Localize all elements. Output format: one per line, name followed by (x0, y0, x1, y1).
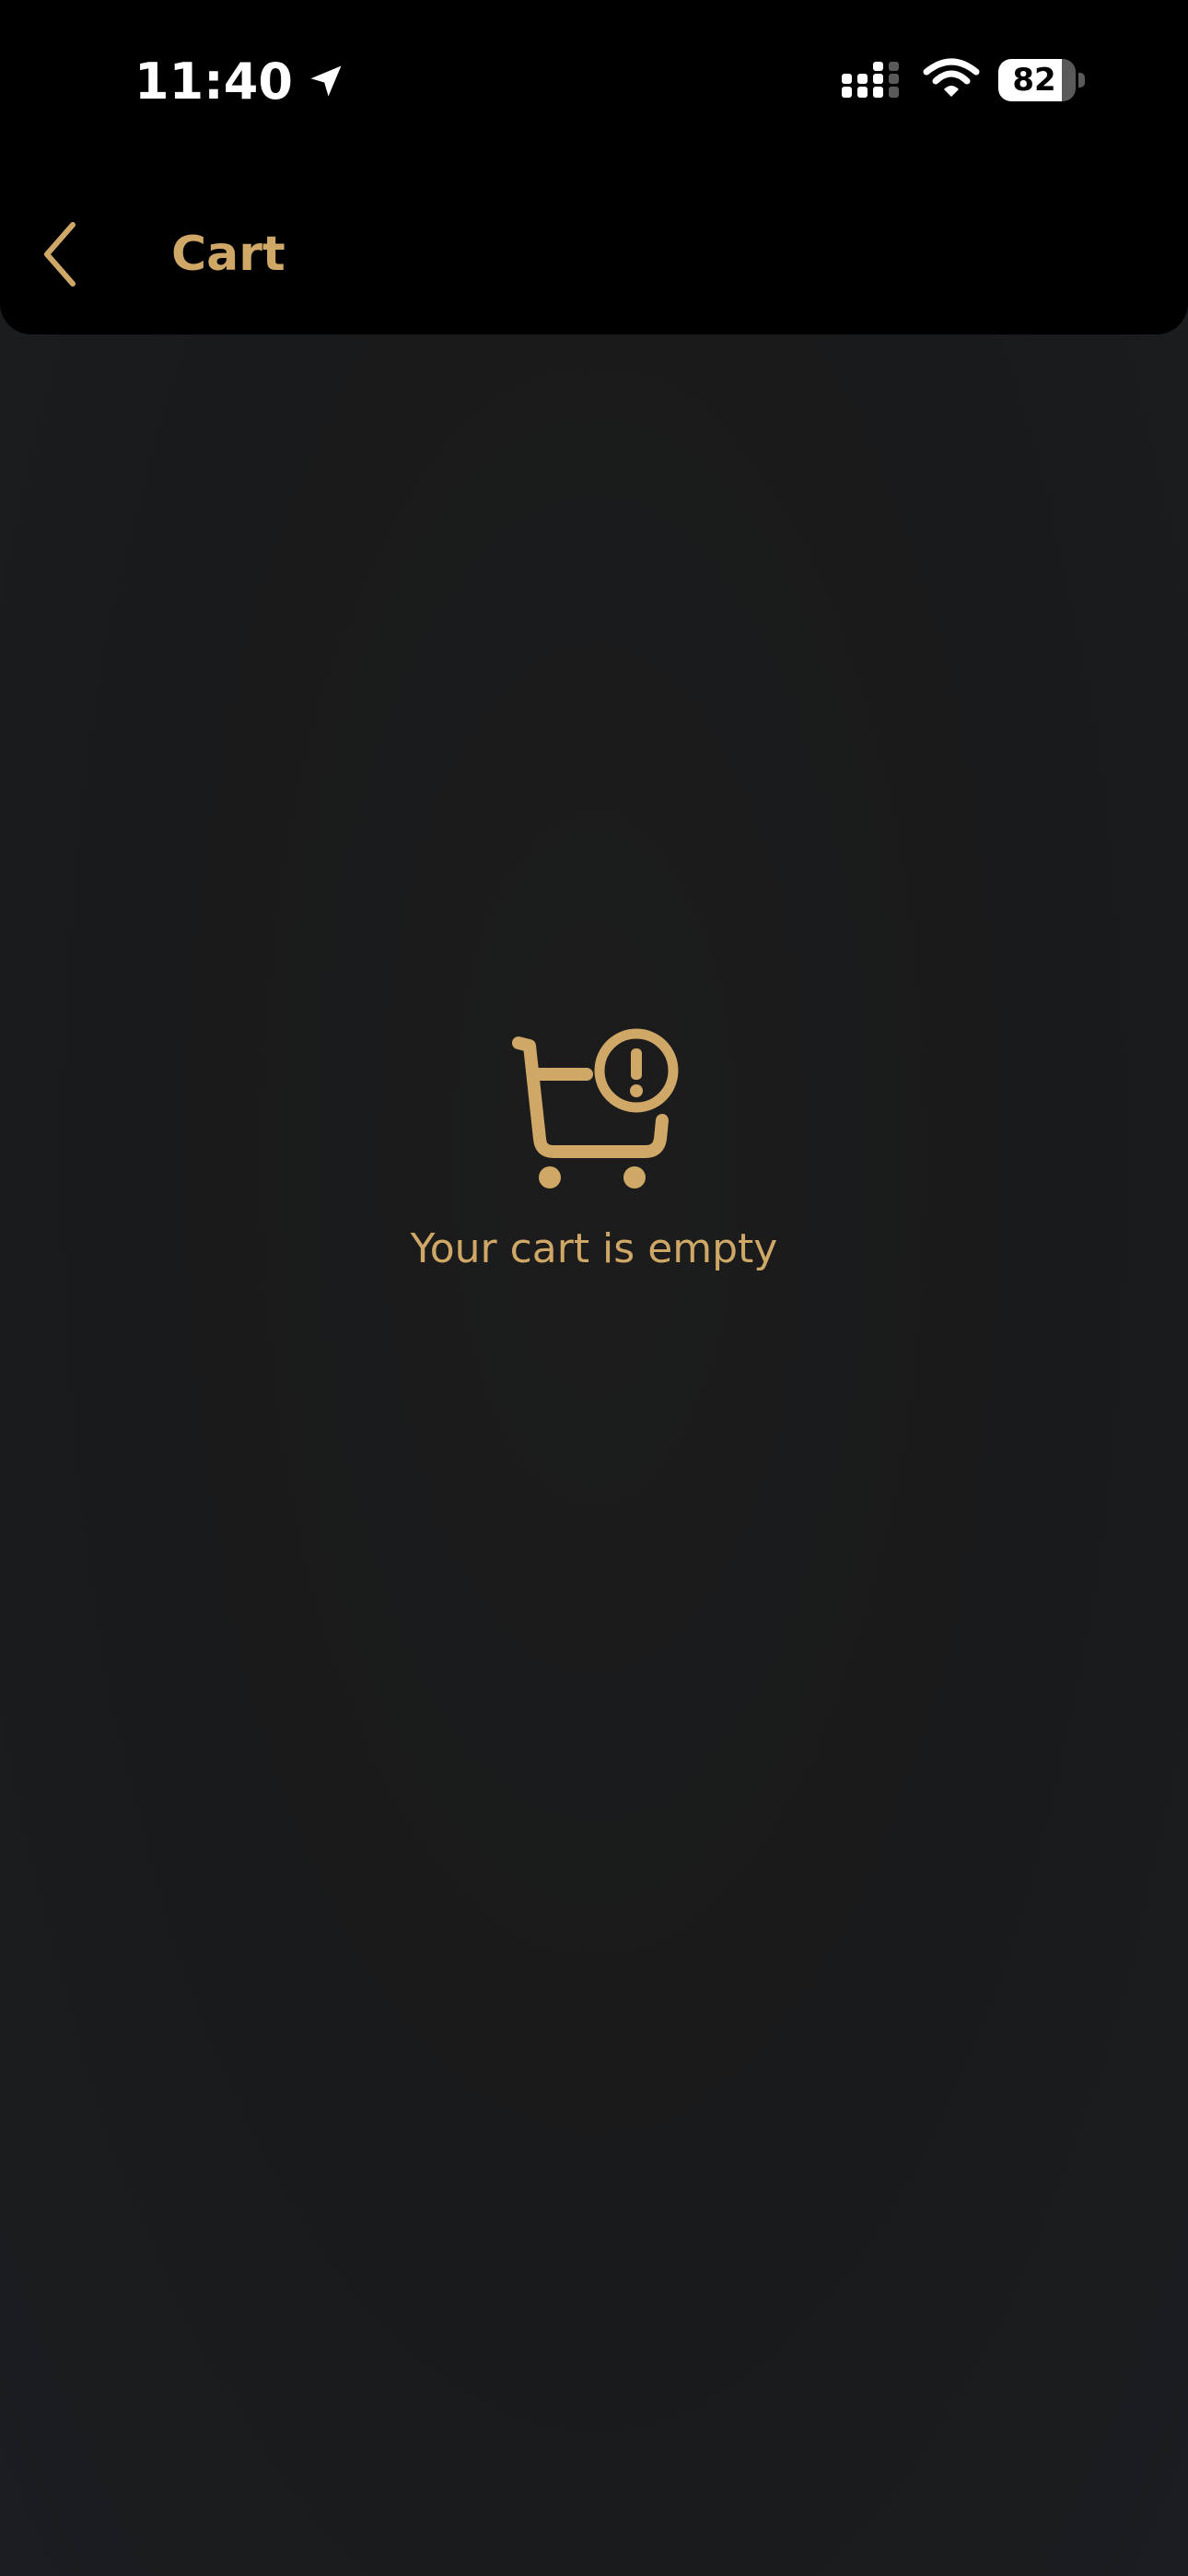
back-button[interactable] (28, 208, 92, 300)
status-time: 11:40 (134, 52, 293, 111)
page-title: Cart (171, 227, 285, 282)
battery-icon: 82 (998, 59, 1085, 101)
wifi-icon (923, 57, 980, 100)
cellular-signal-icon (840, 59, 904, 101)
empty-cart-state: Your cart is empty (0, 1023, 1188, 1277)
battery-cap (1078, 73, 1085, 88)
battery-level: 82 (1012, 62, 1056, 99)
chevron-left-icon (44, 222, 76, 287)
top-bar: 11:40 82 Cart (0, 0, 1188, 334)
status-bar-left: 11:40 (134, 46, 346, 116)
battery-body: 82 (998, 59, 1076, 101)
location-arrow-icon (306, 61, 346, 101)
empty-cart-message: Your cart is empty (410, 1225, 778, 1272)
cart-alert-icon (512, 1028, 679, 1188)
